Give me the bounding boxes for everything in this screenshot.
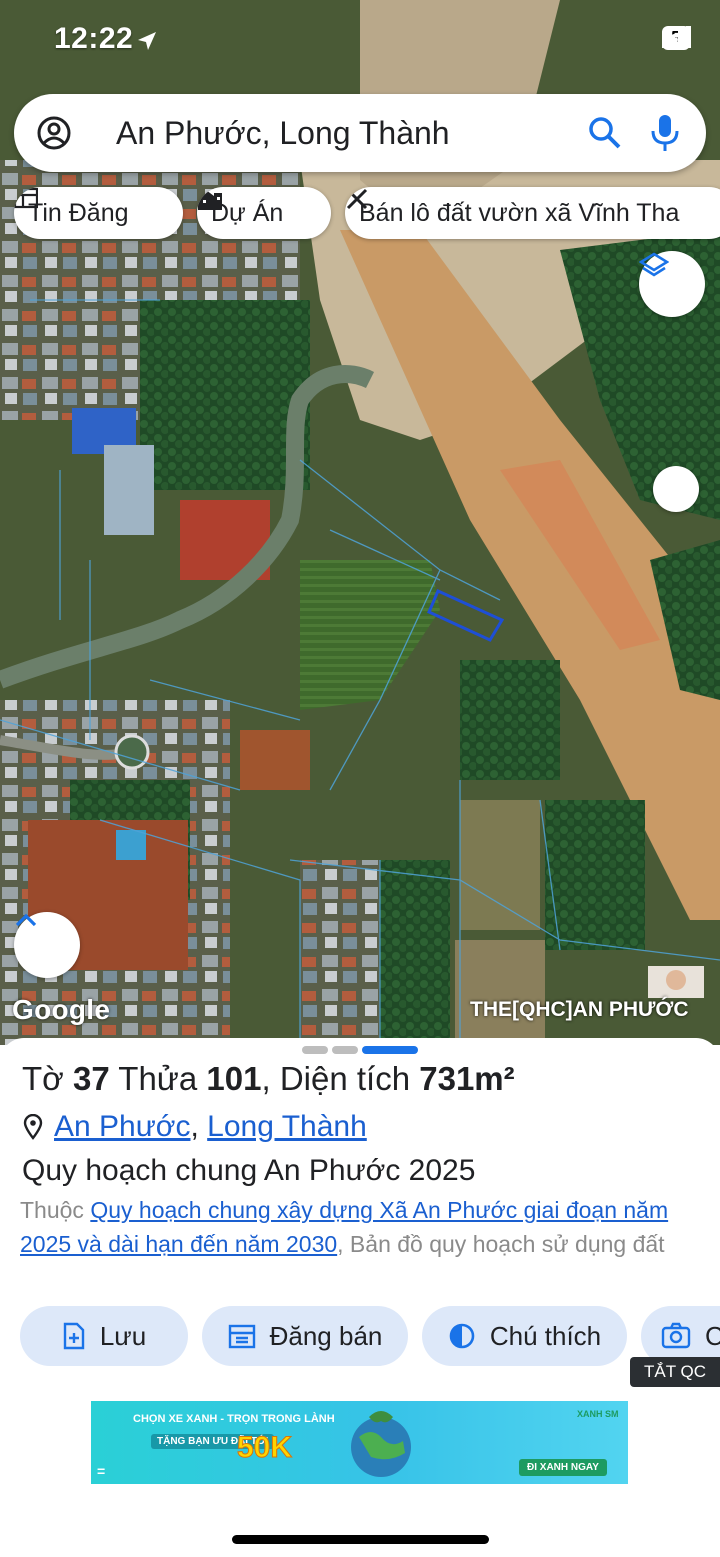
- post-sale-label: Đăng bán: [269, 1320, 383, 1351]
- plan-layer-label: THE[QHC]AN PHƯỚC: [470, 998, 689, 1021]
- expand-button[interactable]: [14, 912, 80, 978]
- chip-ban-lo-dat[interactable]: Bán lô đất vườn xã Vĩnh Tha: [345, 187, 720, 239]
- account-icon[interactable]: [36, 115, 72, 151]
- globe-icon: [351, 1411, 411, 1477]
- desc-prefix: Thuộc: [20, 1197, 91, 1223]
- microphone-icon[interactable]: [650, 113, 680, 153]
- calendar-icon: [228, 1324, 255, 1349]
- area-value: 731m²: [419, 1060, 515, 1097]
- chip-label: Bán lô đất vườn xã Vĩnh Tha: [359, 198, 680, 227]
- location-row: An Phước, Long Thành: [22, 1110, 367, 1144]
- chip-label: Tin Đăng: [28, 198, 129, 227]
- home-indicator[interactable]: [232, 1535, 489, 1544]
- pager-dot-2[interactable]: [332, 1046, 358, 1054]
- desc-suffix: , Bản đồ quy hoạch sử dụng đất: [337, 1231, 665, 1257]
- parcel-label: Thửa: [118, 1060, 198, 1097]
- status-bar: 12:22 5: [0, 0, 720, 80]
- search-icon[interactable]: [588, 116, 622, 150]
- google-attribution: Google: [12, 994, 111, 1025]
- ad-cta-button[interactable]: ĐI XANH NGAY: [519, 1459, 607, 1476]
- contrast-icon: [449, 1323, 475, 1349]
- chip-du-an[interactable]: Dự Án: [197, 187, 331, 239]
- satellite-map[interactable]: 12:22 5 An Phước, Long Thành Tin Đăng Dự…: [0, 0, 720, 1045]
- search-bar[interactable]: An Phước, Long Thành: [14, 94, 706, 172]
- map-control-button[interactable]: [653, 466, 699, 512]
- chevron-up-icon: [15, 913, 37, 927]
- plan-name: Quy hoạch chung An Phước 2025: [22, 1154, 476, 1187]
- search-input[interactable]: An Phước, Long Thành: [116, 94, 450, 172]
- parcel-number: 101: [206, 1060, 262, 1097]
- ad-headline: CHỌN XE XANH - TRỌN TRONG LÀNH: [133, 1413, 335, 1425]
- post-sale-button[interactable]: Đăng bán: [202, 1306, 408, 1366]
- district-link[interactable]: Long Thành: [207, 1110, 367, 1144]
- building-icon: [198, 190, 222, 210]
- ad-banner[interactable]: CHỌN XE XANH - TRỌN TRONG LÀNH TẶNG BẠN …: [91, 1401, 628, 1484]
- title-prefix: Tờ: [22, 1060, 64, 1097]
- pager-dot-active[interactable]: [362, 1046, 418, 1054]
- sheet-number: 37: [72, 1060, 110, 1097]
- close-ad-button[interactable]: TẮT QC: [630, 1357, 720, 1387]
- location-separator: ,: [190, 1110, 199, 1143]
- ad-offer-value: 50K: [236, 1431, 293, 1465]
- status-time: 12:22: [54, 22, 134, 55]
- layers-button[interactable]: [639, 251, 705, 317]
- ad-menu-icon[interactable]: =: [97, 1463, 105, 1479]
- layers-icon: [639, 252, 669, 277]
- save-file-icon: [63, 1322, 85, 1350]
- ward-link[interactable]: An Phước: [54, 1110, 190, 1144]
- location-pin-icon: [23, 1114, 43, 1140]
- capture-label: C: [705, 1320, 720, 1351]
- ad-brand: XANH SM: [577, 1409, 619, 1419]
- location-arrow-icon: [138, 32, 156, 50]
- listing-icon: [14, 187, 38, 209]
- area-label: , Diện tích: [261, 1060, 411, 1097]
- plan-description: Thuộc Quy hoạch chung xây dựng Xã An Phư…: [20, 1193, 696, 1261]
- save-button[interactable]: Lưu: [20, 1306, 188, 1366]
- tools-icon: [346, 188, 368, 210]
- chip-tin-dang[interactable]: Tin Đăng: [14, 187, 183, 239]
- legend-button[interactable]: Chú thích: [422, 1306, 627, 1366]
- parcel-title: Tờ 37 Thửa 101, Diện tích 731m²: [22, 1060, 515, 1098]
- legend-label: Chú thích: [489, 1320, 602, 1351]
- wifi-icon: [662, 27, 690, 47]
- camera-icon: [661, 1322, 691, 1349]
- save-label: Lưu: [99, 1320, 147, 1351]
- pager-dot-1[interactable]: [302, 1046, 328, 1054]
